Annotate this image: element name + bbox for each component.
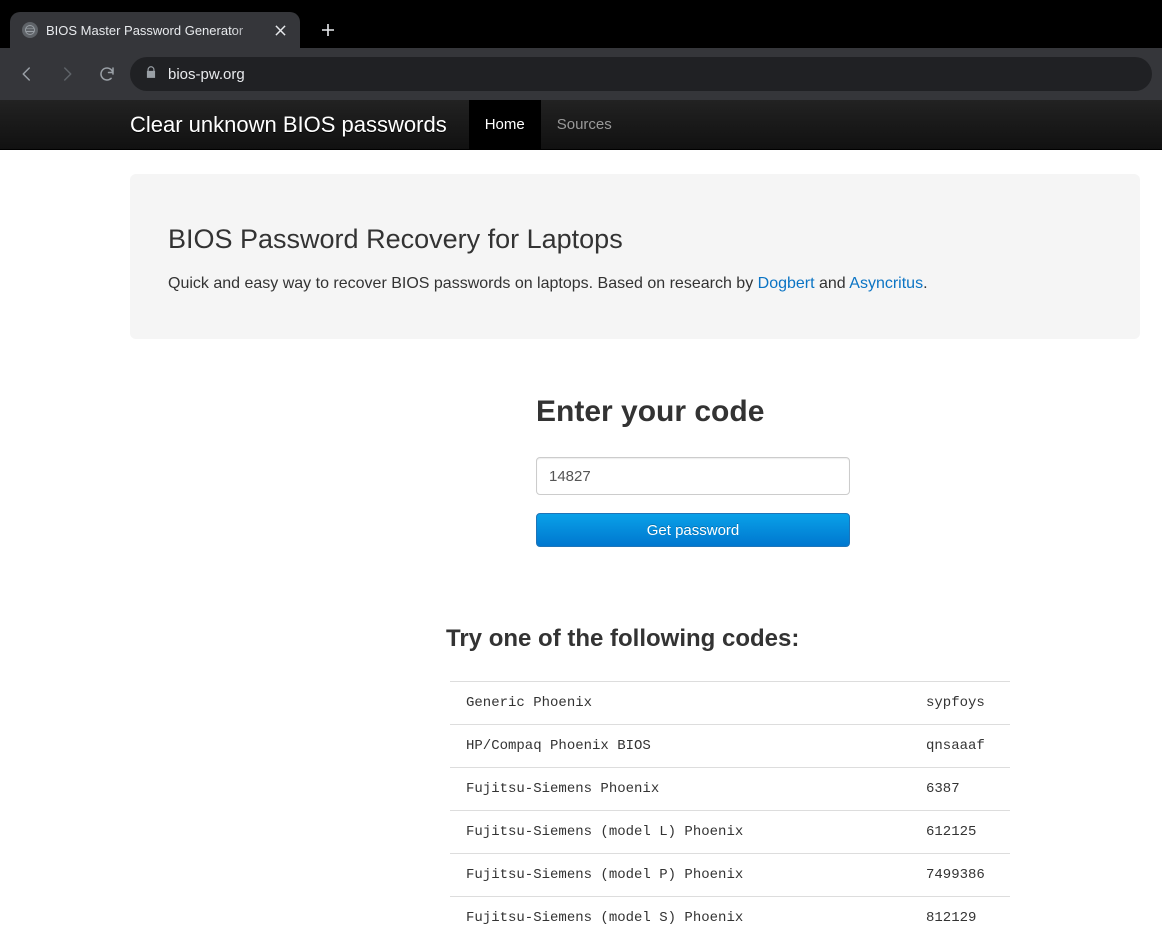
vendor-cell: Fujitsu-Siemens (model S) Phoenix — [450, 897, 910, 940]
code-cell: 7499386 — [910, 854, 1010, 897]
vendor-cell: Fujitsu-Siemens (model P) Phoenix — [450, 854, 910, 897]
new-tab-button[interactable] — [314, 16, 342, 44]
globe-icon — [22, 22, 38, 38]
form-heading: Enter your code — [536, 395, 850, 429]
lock-icon — [144, 65, 158, 83]
table-row: Fujitsu-Siemens (model S) Phoenix812129 — [450, 897, 1010, 940]
forward-button[interactable] — [50, 57, 84, 91]
site-brand[interactable]: Clear unknown BIOS passwords — [130, 112, 447, 138]
code-form: Enter your code Get password — [536, 395, 850, 547]
link-asyncritus[interactable]: Asyncritus — [849, 275, 923, 292]
code-cell: qnsaaaf — [910, 725, 1010, 768]
table-row: Fujitsu-Siemens (model P) Phoenix7499386 — [450, 854, 1010, 897]
code-cell: 812129 — [910, 897, 1010, 940]
table-row: Generic Phoenixsypfoys — [450, 682, 1010, 725]
nav-sources[interactable]: Sources — [541, 100, 628, 150]
hero-unit: BIOS Password Recovery for Laptops Quick… — [130, 174, 1140, 339]
results-block: Try one of the following codes: Generic … — [446, 625, 1146, 939]
hero-lead-tail: . — [923, 275, 927, 292]
hero-lead-text: Quick and easy way to recover BIOS passw… — [168, 275, 758, 292]
hero-lead: Quick and easy way to recover BIOS passw… — [168, 273, 1102, 295]
page-container: BIOS Password Recovery for Laptops Quick… — [0, 174, 1162, 939]
vendor-cell: Fujitsu-Siemens Phoenix — [450, 768, 910, 811]
reload-button[interactable] — [90, 57, 124, 91]
nav-home[interactable]: Home — [469, 100, 541, 150]
address-bar[interactable]: bios-pw.org — [130, 57, 1152, 91]
site-navbar: Clear unknown BIOS passwords Home Source… — [0, 100, 1162, 150]
url-text: bios-pw.org — [168, 66, 245, 83]
vendor-cell: HP/Compaq Phoenix BIOS — [450, 725, 910, 768]
code-cell: sypfoys — [910, 682, 1010, 725]
tab-title: BIOS Master Password Generator — [46, 23, 264, 38]
table-row: Fujitsu-Siemens Phoenix6387 — [450, 768, 1010, 811]
code-cell: 612125 — [910, 811, 1010, 854]
table-row: Fujitsu-Siemens (model L) Phoenix612125 — [450, 811, 1010, 854]
browser-tab[interactable]: BIOS Master Password Generator — [10, 12, 300, 48]
browser-chrome: BIOS Master Password Generator bios-pw.o… — [0, 0, 1162, 100]
link-dogbert[interactable]: Dogbert — [758, 275, 815, 292]
code-input[interactable] — [536, 457, 850, 495]
vendor-cell: Generic Phoenix — [450, 682, 910, 725]
close-tab-button[interactable] — [272, 22, 288, 38]
vendor-cell: Fujitsu-Siemens (model L) Phoenix — [450, 811, 910, 854]
results-heading: Try one of the following codes: — [446, 625, 1146, 653]
hero-lead-mid: and — [815, 275, 850, 292]
browser-toolbar: bios-pw.org — [0, 48, 1162, 100]
tab-strip: BIOS Master Password Generator — [0, 0, 1162, 48]
get-password-button[interactable]: Get password — [536, 513, 850, 547]
code-cell: 6387 — [910, 768, 1010, 811]
hero-title: BIOS Password Recovery for Laptops — [168, 224, 1102, 255]
back-button[interactable] — [10, 57, 44, 91]
codes-table: Generic PhoenixsypfoysHP/Compaq Phoenix … — [450, 681, 1010, 939]
table-row: HP/Compaq Phoenix BIOSqnsaaaf — [450, 725, 1010, 768]
